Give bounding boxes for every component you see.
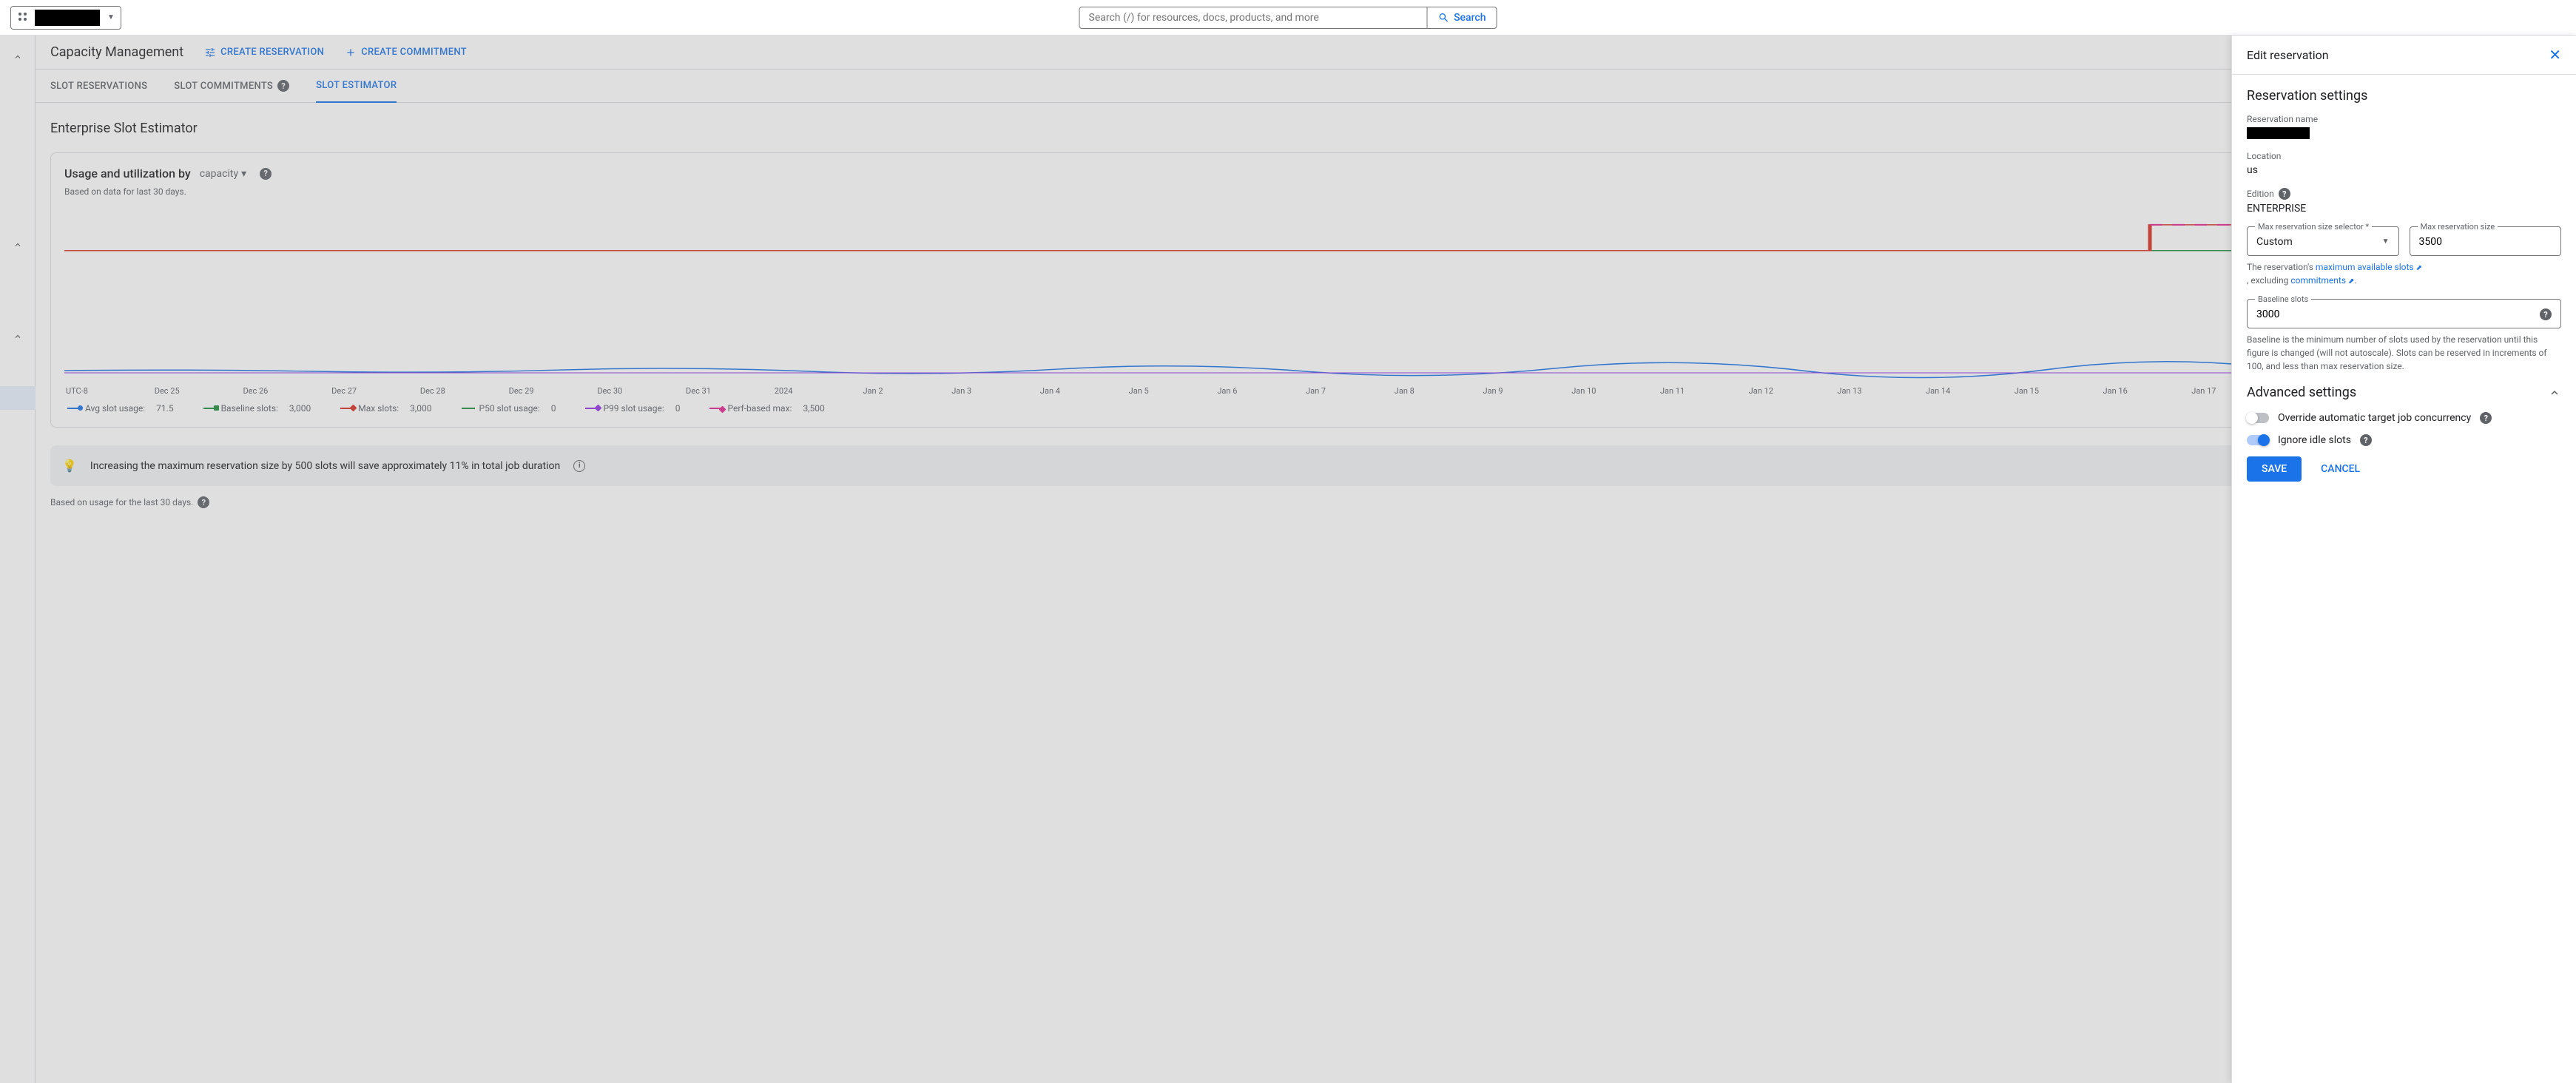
max-reservation-size-input[interactable] xyxy=(2419,236,2552,248)
help-icon[interactable]: ? xyxy=(2279,188,2290,200)
edition-value: ENTERPRISE xyxy=(2247,203,2561,215)
ignore-idle-slots-label: Ignore idle slots xyxy=(2278,434,2351,446)
location-value: us xyxy=(2247,164,2561,176)
help-icon[interactable]: ? xyxy=(2480,412,2492,424)
override-concurrency-label: Override automatic target job concurrenc… xyxy=(2278,412,2471,424)
max-reservation-size-field[interactable]: Max reservation size xyxy=(2410,226,2562,256)
override-concurrency-toggle[interactable] xyxy=(2247,413,2269,423)
edition-label: Edition xyxy=(2247,189,2274,199)
help-icon[interactable]: ? xyxy=(2360,434,2372,446)
baseline-helper: Baseline is the minimum number of slots … xyxy=(2247,333,2561,373)
search-icon xyxy=(1437,12,1449,24)
edit-reservation-panel: Edit reservation ✕ Reservation settings … xyxy=(2231,36,2576,1083)
top-bar: ▼ Search xyxy=(0,0,2576,36)
advanced-settings-toggle[interactable]: Advanced settings xyxy=(2247,385,2561,400)
baseline-slots-field[interactable]: Baseline slots ? xyxy=(2247,299,2561,328)
max-size-helper: The reservation's maximum available slot… xyxy=(2247,260,2561,287)
chevron-up-icon xyxy=(2548,386,2561,399)
chevron-down-icon: ▼ xyxy=(2382,237,2390,246)
reservation-name-label: Reservation name xyxy=(2247,114,2561,124)
search-bar: Search xyxy=(1079,7,1497,29)
baseline-slots-input[interactable] xyxy=(2256,308,2552,320)
project-icon xyxy=(17,11,30,24)
panel-title: Edit reservation xyxy=(2247,48,2329,62)
save-button[interactable]: SAVE xyxy=(2247,456,2302,482)
reservation-name-redacted xyxy=(2247,127,2310,139)
search-input[interactable] xyxy=(1080,7,1427,28)
reservation-settings-title: Reservation settings xyxy=(2247,88,2561,104)
commitments-link[interactable]: commitments ⬈ xyxy=(2290,275,2354,286)
external-link-icon: ⬈ xyxy=(2416,264,2422,272)
ignore-idle-slots-toggle[interactable] xyxy=(2247,435,2269,445)
location-label: Location xyxy=(2247,151,2561,161)
max-size-selector[interactable]: Max reservation size selector * Custom ▼ xyxy=(2247,226,2399,256)
modal-overlay[interactable] xyxy=(0,36,2576,1083)
chevron-down-icon: ▼ xyxy=(107,13,115,21)
max-available-slots-link[interactable]: maximum available slots ⬈ xyxy=(2316,262,2422,272)
project-name-redacted xyxy=(35,10,100,26)
help-icon[interactable]: ? xyxy=(2540,308,2552,320)
close-button[interactable]: ✕ xyxy=(2549,46,2561,64)
search-button-label: Search xyxy=(1454,12,1486,24)
cancel-button[interactable]: CANCEL xyxy=(2309,456,2372,482)
search-button[interactable]: Search xyxy=(1426,7,1496,28)
project-selector[interactable]: ▼ xyxy=(10,6,121,30)
